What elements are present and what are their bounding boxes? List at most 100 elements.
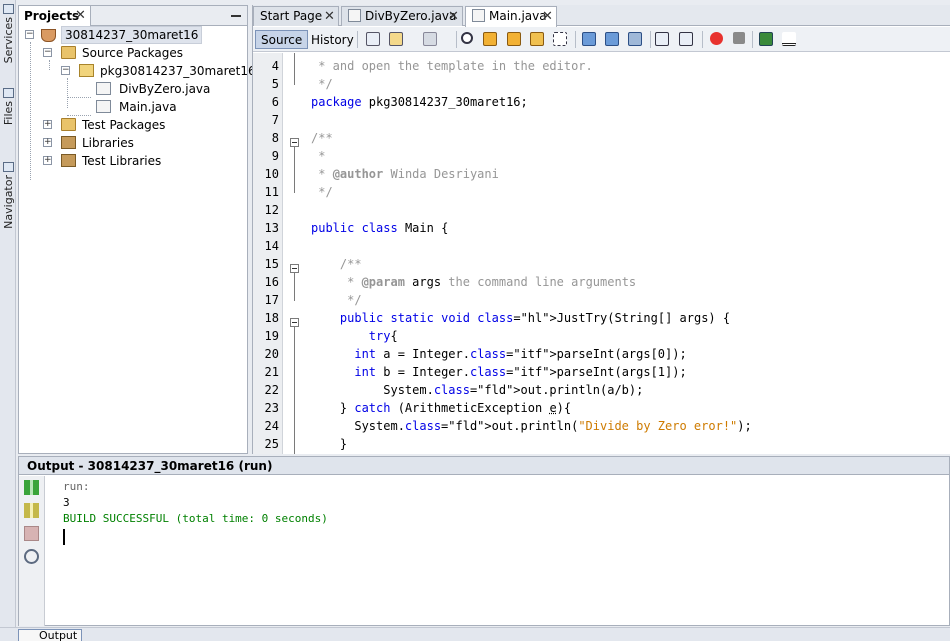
output-line-build: BUILD SUCCESSFUL (total time: 0 seconds) (63, 512, 328, 525)
fold-guide (294, 53, 295, 85)
tree-guide (30, 42, 31, 180)
code-line: int a = Integer.class="itf">parseInt(arg… (354, 347, 687, 361)
services-tab[interactable]: Services (0, 4, 16, 63)
services-icon (2, 4, 14, 14)
tab-label: Main.java (489, 9, 547, 23)
code-line: * and open the template in the editor. (311, 59, 593, 73)
package-icon (79, 64, 94, 77)
expand-toggle[interactable]: + (43, 138, 52, 147)
tree-guide (67, 97, 91, 98)
code-line: */ (311, 293, 362, 307)
fold-toggle-icon[interactable] (290, 264, 299, 273)
tree-node-label: Libraries (82, 136, 134, 150)
line-number: 10 (264, 167, 279, 181)
tab-label: Start Page (260, 9, 323, 23)
minimize-icon[interactable] (231, 15, 241, 17)
output-title: Output - 30814237_30maret16 (run) (19, 457, 949, 475)
fold-guide (294, 147, 295, 193)
output-window-tab[interactable]: Output (18, 629, 83, 641)
navigator-icon (2, 162, 14, 172)
collapse-toggle[interactable]: − (25, 30, 34, 39)
output-toolbar (19, 476, 45, 626)
line-number: 11 (264, 185, 279, 199)
code-line: public class Main { (311, 221, 449, 235)
previous-bookmark-icon[interactable] (582, 32, 596, 46)
close-icon[interactable]: ✕ (448, 9, 459, 24)
shift-right-icon[interactable] (679, 32, 693, 46)
tree-guide (49, 60, 50, 70)
projects-tab[interactable]: Projects ✕ (19, 6, 91, 26)
next-bookmark-icon[interactable] (605, 32, 619, 46)
code-area[interactable]: 4 * and open the template in the editor.… (253, 53, 950, 454)
stop-macro-recording-icon[interactable] (733, 32, 745, 44)
line-number: 20 (264, 347, 279, 361)
services-tab-label: Services (1, 17, 15, 64)
code-line: * @author Winda Desriyani (311, 167, 499, 181)
stop-icon[interactable] (24, 526, 39, 541)
toggle-highlight-icon[interactable] (530, 32, 544, 46)
line-number: 18 (264, 311, 279, 325)
rerun-icon[interactable] (24, 480, 39, 495)
navigator-tab-label: Navigator (1, 175, 15, 229)
code-line: } catch (ArithmeticException e){ (311, 401, 572, 415)
close-icon[interactable]: ✕ (75, 8, 86, 23)
line-number: 13 (264, 221, 279, 235)
code-line: package pkg30814237_30maret16; (311, 95, 528, 109)
code-line: * (311, 149, 326, 163)
bottom-bar: Output (0, 627, 950, 641)
collapse-toggle[interactable]: − (61, 66, 70, 75)
code-line: int b = Integer.class="itf">parseInt(arg… (354, 365, 687, 379)
search-icon[interactable] (461, 32, 473, 44)
code-line: */ (311, 185, 333, 199)
expand-toggle[interactable]: + (43, 156, 52, 165)
line-number: 23 (264, 401, 279, 415)
back-icon[interactable] (389, 32, 403, 46)
find-previous-icon[interactable] (483, 32, 497, 46)
line-number: 4 (271, 59, 279, 73)
line-number: 6 (271, 95, 279, 109)
line-number: 9 (271, 149, 279, 163)
forward-icon[interactable] (423, 32, 437, 46)
last-edit-icon[interactable] (366, 32, 380, 46)
collapse-toggle[interactable]: − (43, 48, 52, 57)
settings-icon[interactable] (24, 549, 39, 564)
code-line: } (311, 437, 348, 451)
output-panel: Output - 30814237_30maret16 (run) run: 3… (18, 456, 950, 626)
navigator-tab[interactable]: Navigator (0, 162, 16, 229)
line-number: 7 (271, 113, 279, 127)
toggle-rectangular-selection-icon[interactable] (553, 32, 567, 46)
code-line: public static void class="hl">JustTry(St… (339, 311, 731, 325)
close-icon[interactable]: ✕ (542, 9, 553, 24)
find-next-icon[interactable] (507, 32, 521, 46)
expand-toggle[interactable]: + (43, 120, 52, 129)
fold-guide (294, 327, 295, 454)
output-line-value: 3 (63, 496, 70, 509)
history-button[interactable]: History (305, 30, 360, 49)
line-number: 25 (264, 437, 279, 451)
tree-node-label: Test Libraries (82, 154, 162, 168)
start-macro-recording-icon[interactable] (710, 32, 723, 45)
separator (702, 31, 703, 48)
tab-start-page[interactable]: Start Page ✕ (253, 6, 339, 26)
rerun-with-options-icon[interactable] (24, 503, 39, 518)
line-number: 19 (264, 329, 279, 343)
comment-icon[interactable] (759, 32, 773, 46)
source-button[interactable]: Source (255, 30, 309, 49)
separator (752, 31, 753, 48)
fold-toggle-icon[interactable] (290, 318, 299, 327)
fold-toggle-icon[interactable] (290, 138, 299, 147)
fold-guide (294, 273, 295, 301)
line-number: 8 (271, 131, 279, 145)
java-file-icon (348, 9, 361, 22)
close-icon[interactable]: ✕ (324, 9, 335, 24)
files-tab-label: Files (1, 101, 15, 126)
tree-node-label: DivByZero.java (119, 82, 211, 96)
uncomment-icon[interactable] (782, 32, 796, 46)
output-console[interactable]: run: 3 BUILD SUCCESSFUL (total time: 0 s… (63, 479, 328, 545)
files-tab[interactable]: Files (0, 88, 16, 125)
tab-main[interactable]: Main.java ✕ (465, 6, 557, 27)
shift-left-icon[interactable] (655, 32, 669, 46)
toggle-bookmark-icon[interactable] (628, 32, 642, 46)
tab-label: DivByZero.java (365, 9, 457, 23)
tab-divbyzero[interactable]: DivByZero.java ✕ (341, 6, 463, 26)
